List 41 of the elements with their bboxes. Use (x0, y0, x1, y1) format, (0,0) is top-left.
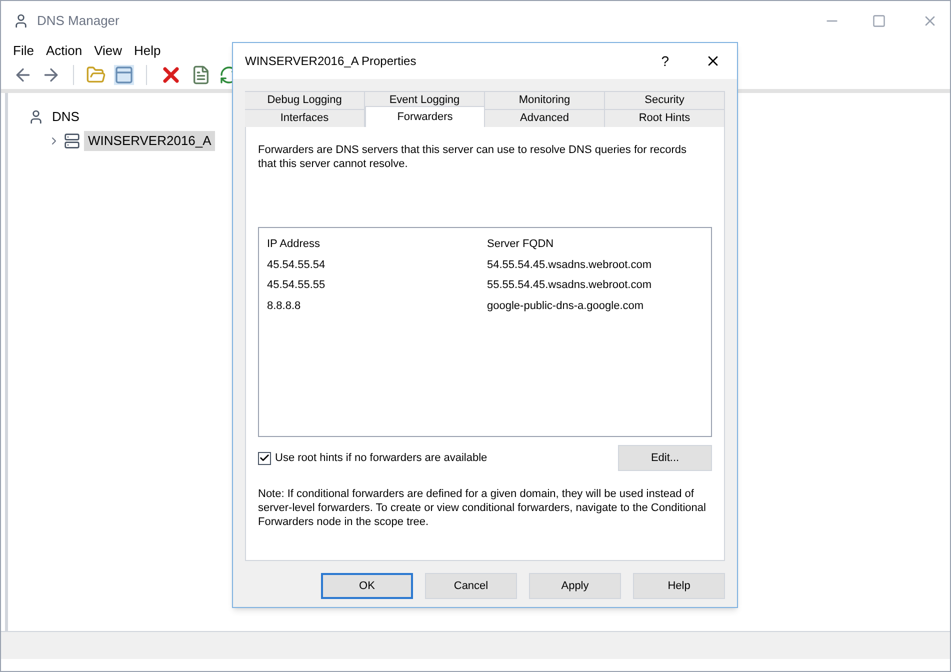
column-header[interactable]: Server FQDN (487, 236, 703, 252)
tree-item[interactable]: WINSERVER2016_A (84, 131, 216, 151)
folder-icon[interactable] (86, 65, 106, 85)
window-title: DNS Manager (37, 12, 120, 30)
table-cell-text: 45.54.55.54 (267, 258, 326, 272)
tab[interactable]: Monitoring (485, 91, 605, 109)
check-icon (259, 452, 270, 464)
tab[interactable]: Debug Logging (245, 91, 365, 109)
table-cell-text: google-public-dns-a.google.com (487, 298, 645, 314)
panel-icon[interactable] (114, 65, 134, 85)
dialog-button[interactable]: Cancel (425, 573, 517, 599)
note-text: Note: If conditional forwarders are defined for a given domain, they will be used instead of server-level forwarders. To create or view conditional forwarders, navigate to the Conditional Forwarders node in the scope tree. (258, 487, 707, 529)
description-text: Forwarders are DNS servers that this server can use to resolve DNS queries for records that this server cannot resolve. (258, 143, 688, 171)
tree-item[interactable]: DNS (48, 107, 84, 127)
column-header[interactable]: IP Address (267, 236, 487, 252)
table-cell-text: 8.8.8.8 (267, 298, 302, 314)
sheet-icon[interactable] (191, 65, 211, 85)
table-cell-text: 55.55.54.45.wsadns.webroot.com (487, 278, 652, 293)
person-icon (28, 109, 44, 125)
checkbox-label[interactable]: Use root hints if no forwarders are available (275, 450, 488, 466)
tab[interactable]: Advanced (485, 109, 605, 127)
edit-button[interactable]: Edit... (618, 445, 712, 471)
table-cell-text: 54.55.54.45.wsadns.webroot.com (487, 258, 652, 272)
app-icon (13, 13, 29, 29)
dialog-button[interactable]: Help (633, 573, 725, 599)
maximize-icon[interactable] (872, 14, 886, 28)
tab[interactable]: Interfaces (245, 109, 365, 127)
dialog-title: WINSERVER2016_A Properties (245, 53, 416, 70)
dialog-button[interactable]: OK (321, 573, 413, 599)
menu-item[interactable]: Help (134, 41, 161, 61)
menu-item[interactable]: Action (46, 41, 82, 61)
tab[interactable]: Root Hints (605, 109, 725, 127)
menu-item[interactable]: File (13, 41, 34, 61)
table-cell-text: 45.54.55.55 (267, 278, 326, 293)
server-icon (64, 133, 80, 149)
menu-item[interactable]: View (94, 41, 122, 61)
help-button[interactable]: ? (661, 50, 669, 72)
tab[interactable]: Forwarders (365, 106, 485, 127)
checkbox[interactable] (258, 452, 271, 464)
tab[interactable]: Security (605, 91, 725, 109)
dialog-button[interactable]: Apply (529, 573, 621, 599)
